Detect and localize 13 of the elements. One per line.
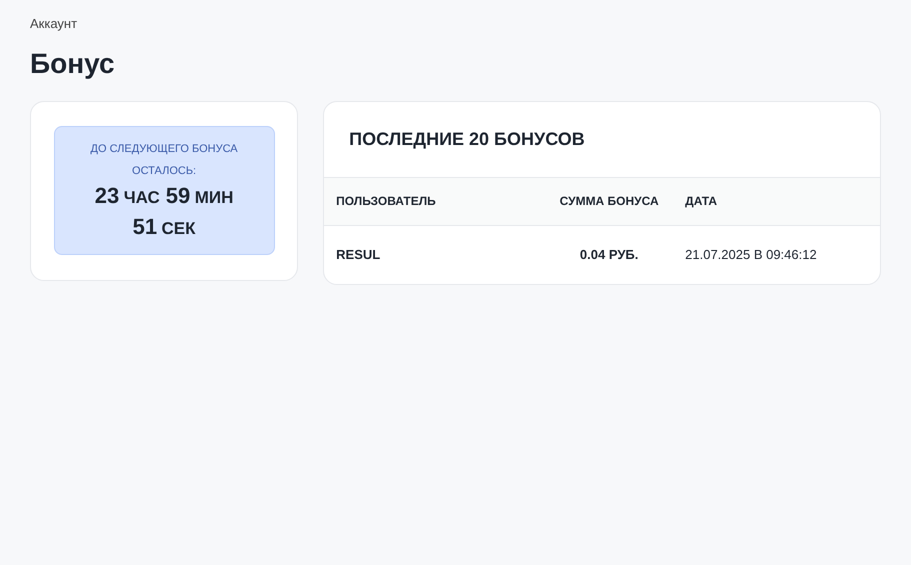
history-title: ПОСЛЕДНИЕ 20 БОНУСОВ xyxy=(348,128,586,151)
page-title: Бонус xyxy=(30,46,115,80)
breadcrumb: Аккаунт xyxy=(30,15,78,33)
column-header: ДАТА xyxy=(685,193,717,210)
table-cell-text: 0.04 РУБ. xyxy=(580,246,638,264)
countdown-time: 51 СЕК xyxy=(132,212,196,240)
column-header: ПОЛЬЗОВАТЕЛЬ xyxy=(336,193,436,210)
table-cell-text: RESUL xyxy=(336,246,380,264)
table-cell-text: 21.07.2025 В 09:46:12 xyxy=(685,246,817,264)
column-header: СУММА БОНУСА xyxy=(560,193,659,210)
countdown-time: 23 ЧАС xyxy=(94,182,160,210)
countdown-time: 59 МИН xyxy=(166,182,234,210)
countdown-label: ДО СЛЕДУЮЩЕГО БОНУСА ОСТАЛОСЬ: xyxy=(90,142,239,178)
